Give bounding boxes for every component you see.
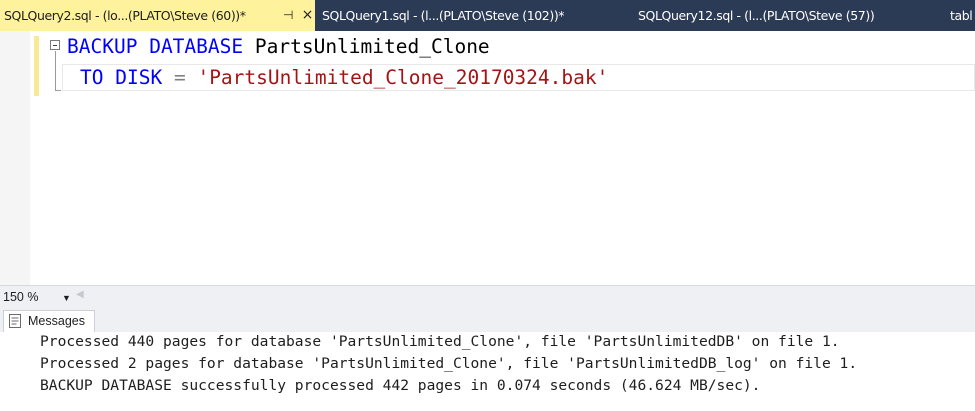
results-tab-bar: Messages [0,308,975,332]
editor-gutter [0,31,30,285]
tab-label: tabl [950,8,973,23]
tab-label: SQLQuery2.sql - (lo...(PLATO\Steve (60))… [4,8,246,23]
zoom-select[interactable]: 150 % ▼ [2,288,71,307]
string-literal: 'PartsUnlimited_Clone_20170324.bak' [197,66,609,89]
tab-label: SQLQuery1.sql - (l...(PLATO\Steve (102))… [322,8,565,23]
tab-messages[interactable]: Messages [3,310,95,332]
tab-sqlquery2[interactable]: SQLQuery2.sql - (lo...(PLATO\Steve (60))… [0,0,315,31]
code-line-1[interactable]: BACKUP DATABASE PartsUnlimited_Clone [67,34,490,60]
messages-icon [9,314,21,328]
outline-end [55,90,61,91]
messages-tab-label: Messages [28,314,85,328]
query-editor[interactable]: BACKUP DATABASE PartsUnlimited_Clone TO … [0,31,975,285]
outline-line [55,51,56,91]
message-line: Processed 2 pages for database 'PartsUnl… [40,355,858,372]
operator: = [173,66,186,89]
tab-table[interactable]: tabl [946,0,975,31]
collapse-icon[interactable] [50,40,60,50]
chevron-down-icon[interactable]: ▼ [62,289,71,307]
keyword: DISK [115,66,163,89]
zoom-value: 150 % [3,290,39,304]
message-line: BACKUP DATABASE successfully processed 4… [40,377,761,394]
document-tab-strip: SQLQuery2.sql - (lo...(PLATO\Steve (60))… [0,0,975,31]
tab-sqlquery1[interactable]: SQLQuery1.sql - (l...(PLATO\Steve (102))… [318,0,618,31]
close-icon[interactable]: × [302,0,314,31]
tab-sqlquery12[interactable]: SQLQuery12.sql - (l...(PLATO\Steve (57)) [634,0,934,31]
tab-label: SQLQuery12.sql - (l...(PLATO\Steve (57)) [638,8,875,23]
identifier: PartsUnlimited_Clone [254,35,490,58]
pin-icon[interactable]: ⊣ [283,0,293,31]
message-line: Processed 440 pages for database 'PartsU… [40,333,840,350]
keyword: DATABASE [149,35,244,58]
messages-pane[interactable]: Processed 440 pages for database 'PartsU… [0,332,975,411]
keyword: TO [80,66,104,89]
editor-status-bar: 150 % ▼ ◀ [0,285,975,308]
code-line-2[interactable]: TO DISK = 'PartsUnlimited_Clone_20170324… [80,65,608,91]
change-tracking-bar [34,36,39,96]
scroll-left-icon[interactable]: ◀ [76,289,84,300]
keyword: BACKUP [67,35,138,58]
